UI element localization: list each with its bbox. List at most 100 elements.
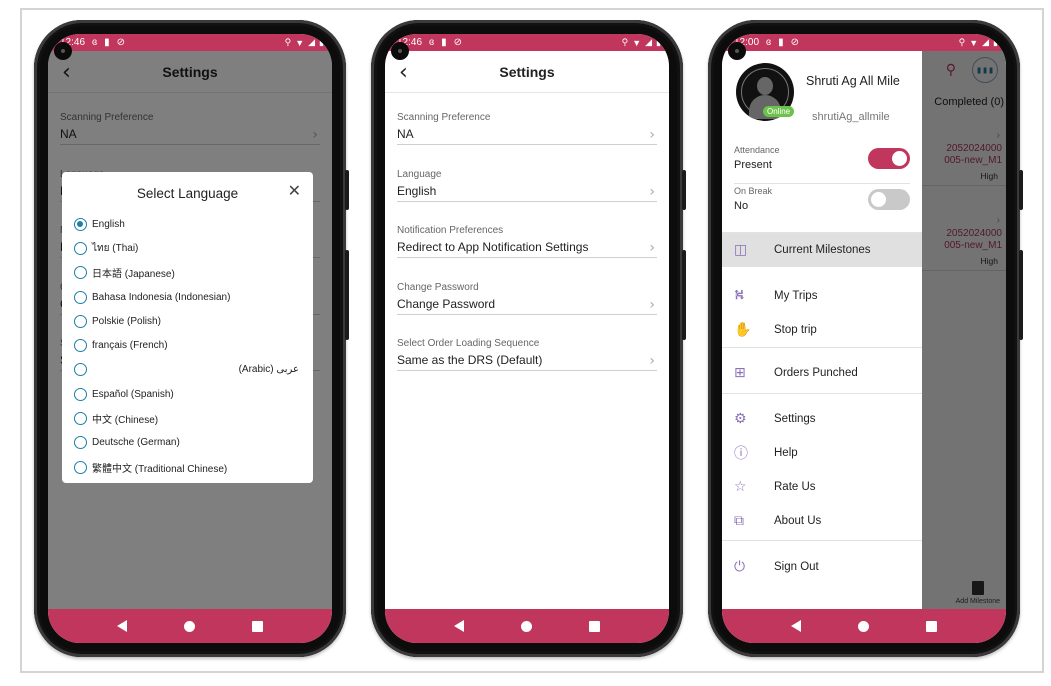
language-label: 中文 (Chinese): [92, 415, 159, 427]
settings-list: Scanning Preference NA › Language English › No…: [397, 104, 657, 387]
nav-home-icon[interactable]: [520, 620, 532, 632]
menu-item-about-us[interactable]: ⧉ About Us: [722, 504, 922, 538]
about-icon: ⧉: [734, 513, 744, 529]
radio-button[interactable]: [74, 290, 87, 304]
phone-side-button: [345, 170, 349, 210]
signal-icon: ◢: [308, 37, 316, 47]
user-name: Shruti Ag All Mile: [806, 74, 900, 88]
setting-row[interactable]: Scanning Preference NA ›: [397, 104, 657, 161]
setting-row[interactable]: Language English ›: [397, 161, 657, 218]
sd-card-icon: ▮: [104, 37, 110, 48]
toggle-knob: [892, 151, 907, 166]
attendance-row: Attendance Present: [734, 141, 910, 183]
menu-item-label: My Trips: [774, 290, 818, 302]
menu-item-orders-punched[interactable]: ⊞ Orders Punched: [722, 356, 922, 390]
menu-item-label: Settings: [774, 413, 816, 425]
nav-back-icon[interactable]: [790, 620, 801, 632]
setting-row[interactable]: Change Password Change Password ›: [397, 274, 657, 331]
on-break-value: No: [734, 200, 749, 212]
attendance-toggle[interactable]: [868, 148, 910, 169]
back-icon[interactable]: ‹: [399, 60, 408, 85]
phone-volume-button: [682, 250, 686, 340]
phone-screen: 12:00 ɞ ▮ ⊘ ⚲ ▼ ◢ ▮ ⚲ ▮▮▮ Completed (0) …: [722, 34, 1006, 643]
sync-off-icon: ⊘: [116, 37, 126, 48]
setting-row[interactable]: Select Order Loading Sequence Same as the…: [397, 330, 657, 387]
language-label: Bahasa Indonesia (Indonesian): [92, 291, 231, 303]
nav-back-icon[interactable]: [116, 620, 127, 632]
language-label: 日本語 (Japanese): [92, 269, 175, 281]
language-option[interactable]: English: [74, 212, 301, 236]
wifi-icon: ▼: [969, 37, 979, 48]
battery-icon: ▮: [319, 37, 324, 47]
menu-item-my-trips[interactable]: ⛕ My Trips: [722, 279, 922, 313]
setting-row[interactable]: Notification Preferences Redirect to App …: [397, 217, 657, 274]
sync-off-icon: ⊘: [790, 37, 800, 48]
language-label: Polskie (Polish): [92, 315, 161, 327]
notification-icon: ɞ: [766, 37, 772, 48]
radio-button[interactable]: [74, 339, 87, 353]
language-option[interactable]: 日本語 (Japanese): [74, 261, 301, 285]
nav-recents-icon[interactable]: [252, 620, 264, 632]
radio-button[interactable]: [74, 460, 87, 474]
radio-button[interactable]: [74, 241, 87, 255]
signal-icon: ◢: [645, 37, 653, 47]
phone-volume-button: [345, 250, 349, 340]
select-language-dialog: Select Language ✕ English ไทย (Thai) 日本語 (…: [62, 172, 313, 483]
location-icon: ⚲: [621, 37, 629, 47]
setting-label: Scanning Preference: [397, 112, 491, 123]
on-break-row: On Break No: [734, 182, 910, 224]
radio-button[interactable]: [74, 363, 87, 377]
language-option[interactable]: Español (Spanish): [74, 382, 301, 406]
menu-item-current-milestones[interactable]: ◫ Current Milestones: [722, 233, 922, 267]
dialog-title: Select Language: [136, 186, 239, 201]
notification-icon: ɞ: [92, 37, 98, 48]
menu-item-rate-us[interactable]: ☆ Rate Us: [722, 470, 922, 504]
notification-icon: ɞ: [429, 37, 435, 48]
radio-button[interactable]: [74, 387, 87, 401]
setting-value: Change Password: [397, 297, 657, 315]
nav-recents-icon[interactable]: [926, 620, 938, 632]
language-label: 繁體中文 (Traditional Chinese): [92, 463, 228, 475]
menu-item-label: About Us: [774, 515, 822, 527]
radio-button[interactable]: [74, 217, 87, 231]
radio-button[interactable]: [74, 412, 87, 426]
android-nav-bar: [48, 609, 332, 643]
radio-button[interactable]: [74, 266, 87, 280]
language-option[interactable]: 繁體中文 (Traditional Chinese): [74, 455, 301, 479]
app-bar: ‹ Settings: [385, 51, 669, 93]
setting-value: Same as the DRS (Default): [397, 353, 657, 371]
menu-item-settings[interactable]: ⚙ Settings: [722, 402, 922, 436]
on-break-label: On Break: [734, 186, 773, 196]
toggle-knob: [871, 192, 886, 207]
setting-value: NA: [397, 127, 657, 145]
android-nav-bar: [385, 609, 669, 643]
language-option[interactable]: Polskie (Polish): [74, 309, 301, 333]
nav-home-icon[interactable]: [183, 620, 195, 632]
nav-back-icon[interactable]: [453, 620, 464, 632]
chevron-right-icon: ›: [649, 240, 655, 256]
nav-recents-icon[interactable]: [589, 620, 601, 632]
signal-icon: ◢: [982, 37, 990, 47]
language-option[interactable]: français (French): [74, 333, 301, 357]
location-icon: ⚲: [284, 37, 292, 47]
on-break-toggle[interactable]: [868, 189, 910, 210]
online-status-badge: Online: [763, 106, 795, 117]
language-option[interactable]: 中文 (Chinese): [74, 406, 301, 430]
gear-icon: ⚙: [734, 411, 747, 427]
close-icon[interactable]: ✕: [288, 181, 301, 200]
phone-screen: 12:46 ɞ ▮ ⊘ ⚲ ▼ ◢ ▮ ‹ Settings Scanning …: [48, 34, 332, 643]
menu-item-stop-trip[interactable]: ✋ Stop trip: [722, 313, 922, 347]
menu-item-help[interactable]: ⓘ Help: [722, 436, 922, 470]
chevron-right-icon: ›: [649, 183, 655, 200]
menu-item-sign-out[interactable]: ⏻ Sign Out: [722, 550, 922, 584]
chevron-right-icon: ›: [649, 296, 655, 313]
radio-button[interactable]: [74, 314, 87, 328]
nav-home-icon[interactable]: [857, 620, 869, 632]
language-option[interactable]: Deutsche (German): [74, 431, 301, 455]
language-option[interactable]: عربى (Arabic): [74, 358, 301, 382]
language-option[interactable]: ไทย (Thai): [74, 236, 301, 260]
page-title: Settings: [499, 63, 555, 80]
language-option[interactable]: Bahasa Indonesia (Indonesian): [74, 285, 301, 309]
radio-button[interactable]: [74, 436, 87, 450]
android-nav-bar: [722, 609, 1006, 643]
